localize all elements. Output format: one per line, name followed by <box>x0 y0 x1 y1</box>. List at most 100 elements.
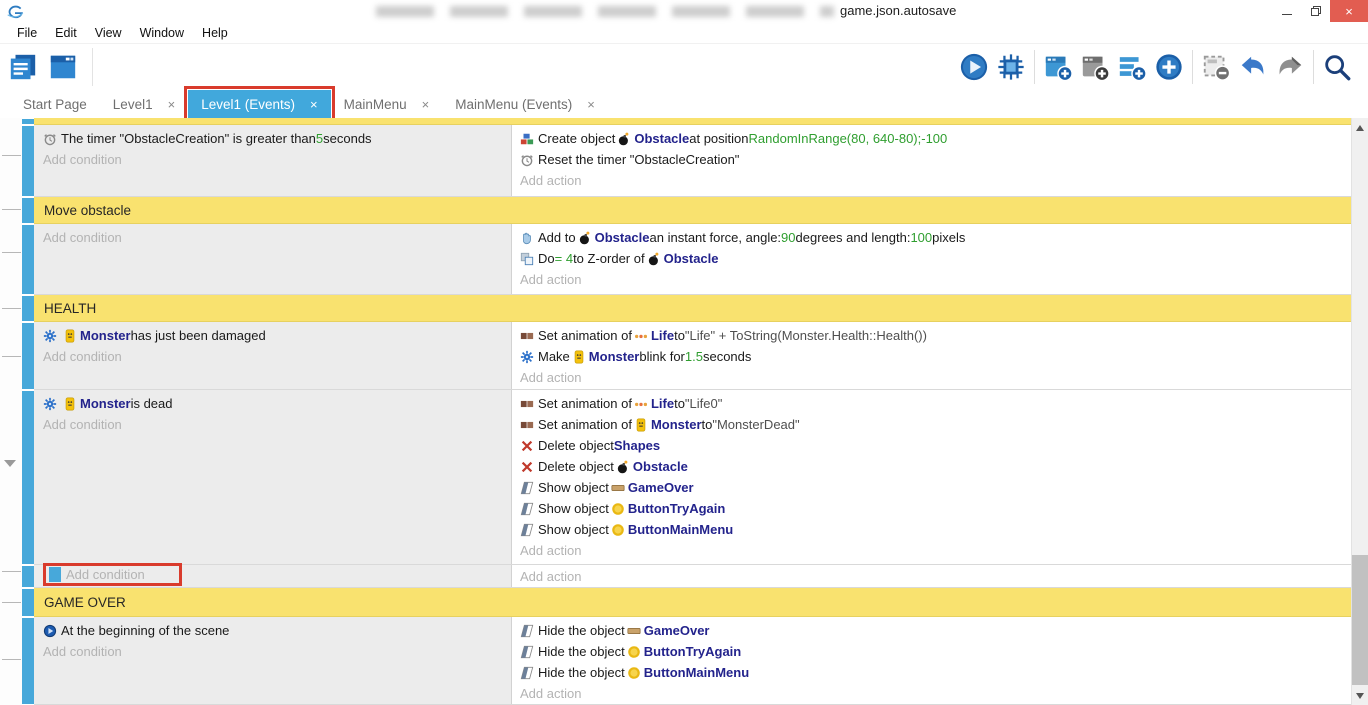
menu-edit[interactable]: Edit <box>46 24 86 42</box>
monster-icon <box>63 397 77 411</box>
condition-line[interactable]: Monster is dead <box>43 393 511 414</box>
tab-level1-events[interactable]: Level1 (Events)× <box>188 90 330 118</box>
comment-body[interactable]: HEALTH <box>34 295 1351 322</box>
action-line[interactable]: Do = 4 to Z-order of Obstacle <box>520 248 1351 269</box>
actions-cell[interactable]: Set animation of Life to "Life" + ToStri… <box>512 322 1351 389</box>
conditions-cell[interactable]: Monster has just been damagedAdd conditi… <box>34 322 512 389</box>
event-drag-bar[interactable] <box>22 565 34 588</box>
add-condition[interactable]: Add condition <box>43 414 511 435</box>
conditions-cell[interactable]: At the beginning of the scene Add conditi… <box>34 617 512 704</box>
add-event-button[interactable] <box>1043 52 1073 82</box>
vertical-scrollbar[interactable] <box>1351 118 1368 705</box>
comment-body[interactable] <box>34 118 1351 125</box>
redacted-title-text <box>376 6 834 17</box>
actions-cell[interactable]: Add action <box>512 565 1351 587</box>
action-line[interactable]: Set animation of Life to "Life" + ToStri… <box>520 325 1351 346</box>
condition-line[interactable]: The timer "ObstacleCreation" is greater … <box>43 128 511 149</box>
event-drag-bar[interactable] <box>22 617 34 705</box>
add-circle-button[interactable] <box>1154 52 1184 82</box>
scroll-up-arrow[interactable] <box>1356 125 1364 131</box>
action-line[interactable]: Add to Obstacle an instant force, angle:… <box>520 227 1351 248</box>
menu-help[interactable]: Help <box>193 24 237 42</box>
action-line[interactable]: Hide the object ButtonTryAgain <box>520 641 1351 662</box>
action-line[interactable]: Create object Obstacle at position Rando… <box>520 128 1351 149</box>
action-line[interactable]: Hide the object ButtonMainMenu <box>520 662 1351 683</box>
add-action[interactable]: Add action <box>520 269 1351 290</box>
conditions-cell[interactable]: The timer "ObstacleCreation" is greater … <box>34 125 512 196</box>
tab-mainmenu[interactable]: MainMenu× <box>331 90 443 118</box>
close-button[interactable]: × <box>1330 0 1368 22</box>
conditions-cell[interactable]: Add condition <box>34 224 512 294</box>
add-condition[interactable]: Add condition <box>43 346 511 367</box>
tab-close-icon[interactable]: × <box>422 97 430 112</box>
annotated-add-condition[interactable]: Add condition <box>46 566 179 583</box>
tab-mainmenu-events[interactable]: MainMenu (Events)× <box>442 90 608 118</box>
event-drag-bar[interactable] <box>22 390 34 565</box>
action-line[interactable]: Set animation of Monster to "MonsterDead… <box>520 414 1351 435</box>
tab-close-icon[interactable]: × <box>168 97 176 112</box>
actions-cell[interactable]: Add to Obstacle an instant force, angle:… <box>512 224 1351 294</box>
condition-line[interactable]: Monster has just been damaged <box>43 325 511 346</box>
text-segment: Obstacle <box>595 230 650 245</box>
event-drag-bar[interactable] <box>22 588 34 617</box>
add-comment-button[interactable] <box>1117 52 1147 82</box>
event-body: The timer "ObstacleCreation" is greater … <box>34 125 1351 197</box>
add-action[interactable]: Add action <box>520 170 1351 191</box>
menu-view[interactable]: View <box>86 24 131 42</box>
event-handle-icon[interactable] <box>49 567 61 582</box>
remove-event-button[interactable] <box>1201 52 1231 82</box>
redo-button[interactable] <box>1275 52 1305 82</box>
actions-cell[interactable]: Hide the object GameOverHide the object … <box>512 617 1351 704</box>
action-line[interactable]: Show object ButtonMainMenu <box>520 519 1351 540</box>
add-condition[interactable]: Add condition <box>43 149 511 170</box>
add-condition[interactable]: Add condition <box>43 641 511 662</box>
action-line[interactable]: Hide the object GameOver <box>520 620 1351 641</box>
actions-cell[interactable]: Create object Obstacle at position Rando… <box>512 125 1351 196</box>
event-drag-bar[interactable] <box>22 197 34 224</box>
event-drag-bar[interactable] <box>22 295 34 322</box>
search-button[interactable] <box>1322 52 1352 82</box>
add-subevent-button[interactable] <box>1080 52 1110 82</box>
conditions-cell[interactable]: Monster is deadAdd condition <box>34 390 512 564</box>
button-icon <box>627 645 641 659</box>
action-line[interactable]: Delete object Obstacle <box>520 456 1351 477</box>
add-condition-label: Add condition <box>43 644 122 659</box>
event-drag-bar[interactable] <box>22 125 34 197</box>
play-button[interactable] <box>959 52 989 82</box>
condition-line[interactable]: At the beginning of the scene <box>43 620 511 641</box>
project-manager-button[interactable] <box>8 52 38 82</box>
event-drag-bar[interactable] <box>22 224 34 295</box>
tab-level1[interactable]: Level1× <box>100 90 188 118</box>
minimize-button[interactable] <box>1272 0 1301 22</box>
comment-body[interactable]: Move obstacle <box>34 197 1351 224</box>
tab-start-page[interactable]: Start Page <box>10 90 100 118</box>
tab-close-icon[interactable]: × <box>587 97 595 112</box>
scroll-down-arrow[interactable] <box>1356 693 1364 699</box>
add-action[interactable]: Add action <box>520 540 1351 561</box>
scene-window-button[interactable] <box>48 52 78 82</box>
add-action[interactable]: Add action <box>520 566 1351 587</box>
maximize-button[interactable] <box>1301 0 1330 22</box>
add-action[interactable]: Add action <box>520 367 1351 388</box>
collapse-arrow[interactable] <box>4 460 16 467</box>
event-drag-bar[interactable] <box>22 322 34 390</box>
add-action[interactable]: Add action <box>520 683 1351 704</box>
action-line[interactable]: Show object ButtonTryAgain <box>520 498 1351 519</box>
tab-close-icon[interactable]: × <box>310 97 318 112</box>
scroll-thumb[interactable] <box>1352 555 1368 685</box>
menu-window[interactable]: Window <box>131 24 193 42</box>
event-drag-bar[interactable] <box>22 118 34 125</box>
action-line[interactable]: Reset the timer "ObstacleCreation" <box>520 149 1351 170</box>
undo-button[interactable] <box>1238 52 1268 82</box>
animation-icon <box>520 418 534 432</box>
action-line[interactable]: Delete object Shapes <box>520 435 1351 456</box>
menu-file[interactable]: File <box>8 24 46 42</box>
action-line[interactable]: Show object GameOver <box>520 477 1351 498</box>
add-condition[interactable]: Add condition <box>43 227 511 248</box>
conditions-cell[interactable]: Add condition <box>34 565 512 587</box>
action-line[interactable]: Set animation of Life to "Life0" <box>520 393 1351 414</box>
comment-body[interactable]: GAME OVER <box>34 588 1351 617</box>
action-line[interactable]: Make Monster blink for 1.5 seconds <box>520 346 1351 367</box>
actions-cell[interactable]: Set animation of Life to "Life0"Set anim… <box>512 390 1351 564</box>
debug-button[interactable] <box>996 52 1026 82</box>
